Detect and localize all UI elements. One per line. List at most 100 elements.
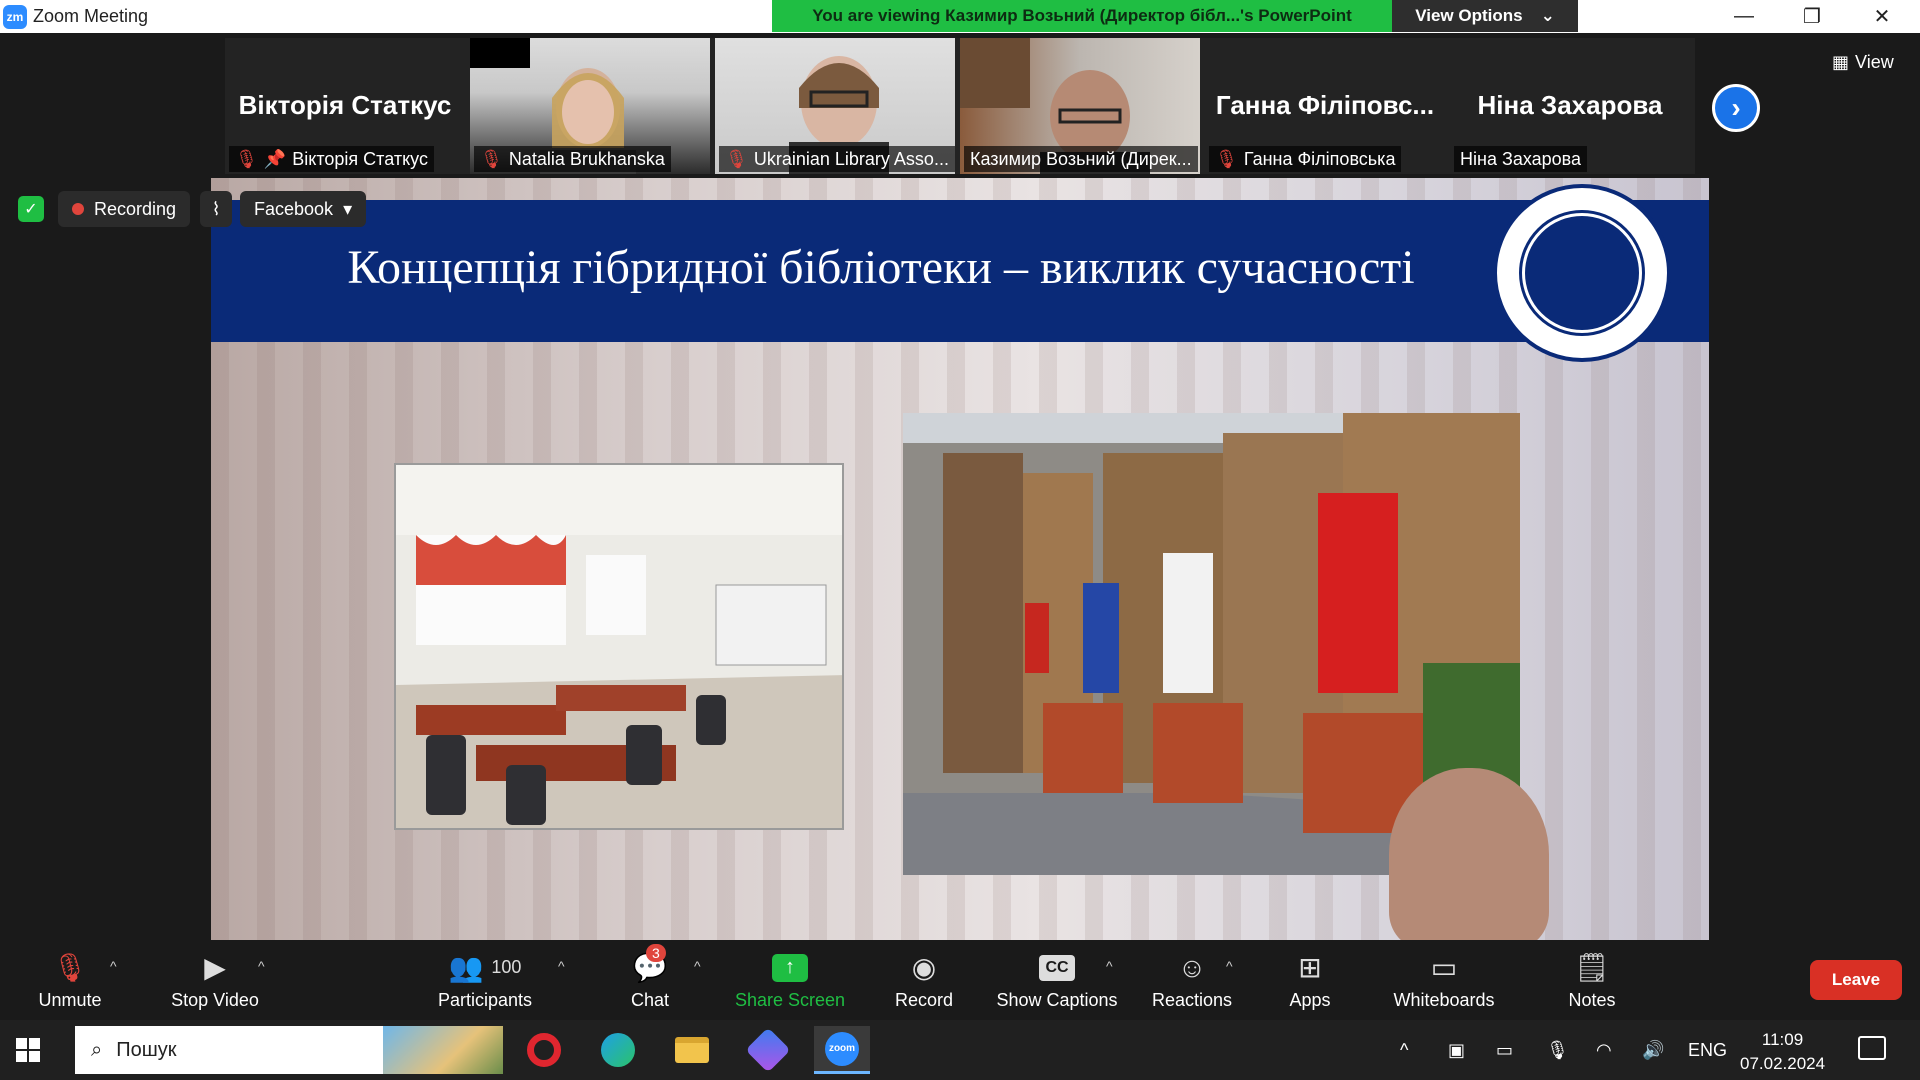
- smiley-icon: ☺: [1177, 951, 1207, 983]
- reading-room-illustration: [396, 465, 842, 828]
- live-stream-label: Facebook: [254, 198, 334, 219]
- microphone-icon[interactable]: 🎙: [1546, 1040, 1569, 1061]
- view-button[interactable]: ▦ View: [1832, 52, 1894, 73]
- search-highlight-image: [383, 1026, 503, 1074]
- show-captions-button[interactable]: CC Show Captions: [990, 940, 1124, 1020]
- participant-tile[interactable]: Ганна Філіповс... 🎙 Ганна Філіповська: [1205, 38, 1445, 174]
- notifications-icon[interactable]: [1858, 1036, 1886, 1060]
- minimize-button[interactable]: —: [1716, 0, 1772, 32]
- share-screen-icon: ↑: [772, 953, 808, 982]
- participant-name: Ніна Захарова: [1477, 90, 1663, 120]
- show-captions-label: Show Captions: [996, 989, 1118, 1010]
- recording-label: Recording: [94, 198, 177, 219]
- edge-browser-icon[interactable]: [590, 1026, 646, 1074]
- share-screen-label: Share Screen: [734, 989, 846, 1010]
- mic-muted-icon: 🎙: [52, 952, 88, 983]
- unmute-label: Unmute: [38, 989, 102, 1010]
- view-label: View: [1855, 52, 1894, 72]
- notes-button[interactable]: 🗒 Notes: [1552, 940, 1632, 1020]
- participant-tile-active-speaker[interactable]: Казимир Возьний (Дирек...: [960, 38, 1200, 174]
- participant-tile[interactable]: Вікторія Статкус 🎙 📌 Вікторія Статкус: [225, 38, 465, 174]
- close-button[interactable]: ✕: [1854, 0, 1910, 32]
- volume-icon[interactable]: 🔊: [1642, 1040, 1664, 1061]
- participant-name: Ганна Філіповс...: [1215, 90, 1435, 120]
- stop-video-button[interactable]: ▶ Stop Video: [160, 940, 270, 1020]
- mic-muted-icon: 🎙: [1215, 148, 1238, 169]
- video-options-caret[interactable]: ^: [258, 958, 265, 974]
- live-stream-icon[interactable]: ⌇: [200, 191, 232, 227]
- participant-label-text: Вікторія Статкус: [292, 148, 428, 169]
- chat-label: Chat: [630, 989, 670, 1010]
- windows-start-icon[interactable]: [16, 1038, 40, 1062]
- participants-count: 100: [491, 957, 522, 977]
- chat-options-caret[interactable]: ^: [694, 958, 701, 974]
- participants-options-caret[interactable]: ^: [558, 958, 565, 974]
- record-icon: ◉: [911, 952, 937, 983]
- security-shield-icon[interactable]: ✓: [18, 196, 44, 222]
- restore-button[interactable]: ❐: [1784, 0, 1840, 32]
- participant-label: 🎙 Natalia Brukhanska: [474, 146, 671, 172]
- participant-gallery: Вікторія Статкус 🎙 📌 Вікторія Статкус 🎙 …: [225, 38, 1695, 174]
- file-explorer-icon[interactable]: [664, 1026, 720, 1074]
- zoom-logo-icon: zm: [3, 4, 27, 29]
- participant-label-text: Казимир Возьний (Дирек...: [970, 148, 1192, 169]
- recording-dot-icon: [72, 203, 84, 215]
- participant-tile[interactable]: 🎙 Ukrainian Library Asso...: [715, 38, 955, 174]
- wifi-icon[interactable]: ◠: [1596, 1040, 1612, 1061]
- record-label: Record: [894, 989, 954, 1010]
- defender-icon[interactable]: ▣: [1448, 1040, 1465, 1061]
- reactions-options-caret[interactable]: ^: [1226, 958, 1233, 974]
- participant-label: Казимир Возьний (Дирек...: [964, 146, 1198, 172]
- copilot-icon[interactable]: [740, 1026, 796, 1074]
- participant-tile[interactable]: Ніна Захарова Ніна Захарова: [1450, 38, 1690, 174]
- grid-icon: ▦: [1832, 52, 1850, 72]
- captions-options-caret[interactable]: ^: [1106, 958, 1113, 974]
- unmute-button[interactable]: 🎙 Unmute: [30, 940, 110, 1020]
- apps-label: Apps: [1289, 989, 1331, 1010]
- apps-button[interactable]: ⊞ Apps: [1270, 940, 1350, 1020]
- record-button[interactable]: ◉ Record: [880, 940, 968, 1020]
- taskbar-clock[interactable]: 11:09 07.02.2024: [1740, 1028, 1825, 1076]
- recording-indicator[interactable]: Recording: [58, 191, 191, 227]
- opera-browser-icon[interactable]: [516, 1026, 572, 1074]
- search-icon: ⌕: [91, 1038, 103, 1061]
- whiteboards-button[interactable]: ▭ Whiteboards: [1386, 940, 1502, 1020]
- reading-room-photo: [394, 463, 844, 830]
- participants-button[interactable]: 👥 100 Participants: [430, 940, 540, 1020]
- caret-down-icon: ▾: [343, 198, 353, 219]
- clock-date: 07.02.2024: [1740, 1054, 1826, 1073]
- live-stream-dropdown[interactable]: Facebook ▾: [240, 191, 367, 227]
- language-indicator[interactable]: ENG: [1688, 1040, 1727, 1061]
- participant-label-text: Ніна Захарова: [1460, 148, 1582, 169]
- view-options-button[interactable]: View Options ⌄: [1392, 0, 1578, 32]
- participant-name: Вікторія Статкус: [238, 90, 452, 120]
- whiteboards-label: Whiteboards: [1393, 989, 1495, 1010]
- participants-icon: 👥 100: [448, 952, 522, 983]
- mic-muted-icon: 🎙: [725, 148, 748, 169]
- reactions-button[interactable]: ☺ Reactions: [1142, 940, 1242, 1020]
- participant-label: 🎙 Ukrainian Library Asso...: [719, 146, 955, 172]
- shared-slide: Концепція гібридної бібліотеки – виклик …: [211, 178, 1709, 940]
- clock-time: 11:09: [1761, 1030, 1804, 1049]
- participant-label-text: Ukrainian Library Asso...: [753, 148, 949, 169]
- audio-options-caret[interactable]: ^: [110, 958, 117, 974]
- chat-button[interactable]: 💬 3 Chat: [610, 940, 690, 1020]
- stop-video-label: Stop Video: [171, 989, 259, 1010]
- chevron-down-icon: ⌄: [1540, 6, 1555, 25]
- mic-muted-icon: 🎙: [480, 148, 503, 169]
- slide-title: Концепція гібридної бібліотеки – виклик …: [347, 241, 1415, 294]
- battery-icon[interactable]: ▭: [1496, 1040, 1513, 1061]
- participant-tile[interactable]: 🎙 Natalia Brukhanska: [470, 38, 710, 174]
- whiteboard-icon: ▭: [1430, 952, 1458, 983]
- share-banner: You are viewing Казимир Возьний (Директо…: [772, 0, 1392, 32]
- apps-icon: ⊞: [1298, 952, 1322, 983]
- share-banner-text: You are viewing Казимир Возьний (Директо…: [812, 6, 1352, 25]
- zoom-app-icon[interactable]: zoom: [814, 1026, 870, 1074]
- share-screen-button[interactable]: ↑ Share Screen: [730, 940, 850, 1020]
- chat-unread-badge: 3: [646, 944, 666, 962]
- windows-taskbar: ⌕ Пошук zoom ^ ▣ ▭ 🎙 ◠ 🔊 ENG 11:09 07.02…: [0, 1020, 1920, 1080]
- leave-button[interactable]: Leave: [1810, 960, 1902, 1000]
- chevron-up-icon[interactable]: ^: [1400, 1040, 1408, 1061]
- taskbar-search-box[interactable]: ⌕ Пошук: [75, 1026, 503, 1074]
- gallery-next-button[interactable]: ›: [1712, 84, 1760, 132]
